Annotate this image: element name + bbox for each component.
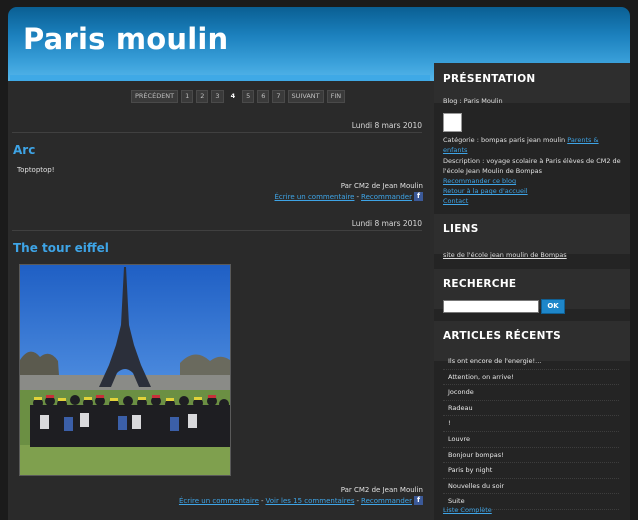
post-date: Lundi 8 mars 2010 (351, 121, 422, 130)
article-link[interactable]: Joconde (443, 385, 619, 401)
presentation-heading: PRÉSENTATION (443, 73, 536, 85)
blog-title[interactable]: Paris moulin (23, 22, 228, 56)
recent-articles-heading: ARTICLES RÉCENTS (443, 330, 562, 342)
search-button[interactable]: OK (541, 299, 565, 314)
post-actions: Écrire un commentaire - Voir les 15 comm… (179, 496, 423, 505)
page-current: 4 (230, 92, 236, 100)
article-link[interactable]: Louvre (443, 432, 619, 448)
separator: - (356, 192, 360, 201)
page-link[interactable]: 1 (181, 90, 194, 103)
recommend-blog-link[interactable]: Recommander ce blog (443, 177, 516, 185)
article-link[interactable]: Bonjour bompas! (443, 448, 619, 464)
liens-heading: LIENS (443, 223, 479, 235)
separator: - (260, 496, 264, 505)
full-list-link[interactable]: Liste Complète (443, 506, 492, 514)
page-link[interactable]: 3 (211, 90, 224, 103)
divider (12, 132, 422, 133)
article-link[interactable]: Radeau (443, 401, 619, 417)
article-link[interactable]: Paris by night (443, 463, 619, 479)
category-label: Catégorie : bompas paris jean moulin (443, 136, 566, 144)
page-link[interactable]: 7 (272, 90, 285, 103)
post-title[interactable]: The tour eiffel (13, 241, 109, 255)
article-link[interactable]: Ils ont encore de l'energie!... (443, 354, 619, 370)
pagination: PRÉCÉDENT 1 2 3 4 5 6 7 SUIVANT FIN (131, 90, 346, 103)
search-input[interactable] (443, 300, 539, 313)
post-body: Toptoptop! (17, 166, 55, 174)
recherche-heading: RECHERCHE (443, 278, 517, 290)
page-next-link[interactable]: SUIVANT (287, 90, 324, 103)
page-link[interactable]: 5 (242, 90, 255, 103)
facebook-icon[interactable]: f (414, 496, 423, 505)
blog-name-text: Blog : Paris Moulin (443, 97, 503, 105)
post-author: Par CM2 de Jean Moulin (340, 182, 423, 190)
description-text: Description : voyage scolaire à Paris él… (443, 157, 621, 175)
post-date: Lundi 8 mars 2010 (351, 219, 422, 228)
home-link[interactable]: Retour à la page d'accueil (443, 187, 528, 195)
facebook-icon[interactable]: f (414, 192, 423, 201)
article-link[interactable]: Attention, on arrive! (443, 370, 619, 386)
eiffel-tower-photo[interactable] (19, 264, 231, 476)
page-last-link[interactable]: FIN (326, 90, 346, 103)
article-link[interactable]: Nouvelles du soir (443, 479, 619, 495)
recent-articles-list: Ils ont encore de l'energie!... Attentio… (443, 354, 619, 510)
page-link[interactable]: 6 (257, 90, 270, 103)
recommend-link[interactable]: Recommander (361, 193, 412, 201)
divider (12, 230, 422, 231)
post-actions: Écrire un commentaire - Recommander f (275, 192, 423, 201)
school-site-link[interactable]: site de l'école jean moulin de Bompas (443, 251, 623, 261)
contact-link[interactable]: Contact (443, 197, 468, 205)
page-prev-link[interactable]: PRÉCÉDENT (131, 90, 179, 103)
photo-image (20, 265, 230, 475)
recommend-link[interactable]: Recommander (361, 497, 412, 505)
write-comment-link[interactable]: Écrire un commentaire (275, 193, 355, 201)
post-author: Par CM2 de Jean Moulin (340, 486, 423, 494)
category-text: Catégorie : bompas paris jean moulin Par… (443, 136, 623, 155)
view-comments-link[interactable]: Voir les 15 commentaires (265, 497, 354, 505)
article-link[interactable]: ! (443, 416, 619, 432)
post-title[interactable]: Arc (13, 143, 35, 157)
page-link[interactable]: 2 (196, 90, 209, 103)
sidebar: PRÉSENTATION Blog : Paris Moulin Catégor… (434, 63, 630, 520)
write-comment-link[interactable]: Écrire un commentaire (179, 497, 259, 505)
page-frame: Paris moulin PRÉCÉDENT 1 2 3 4 5 6 7 SUI… (8, 7, 630, 520)
separator: - (356, 496, 360, 505)
blog-avatar[interactable] (443, 113, 462, 132)
